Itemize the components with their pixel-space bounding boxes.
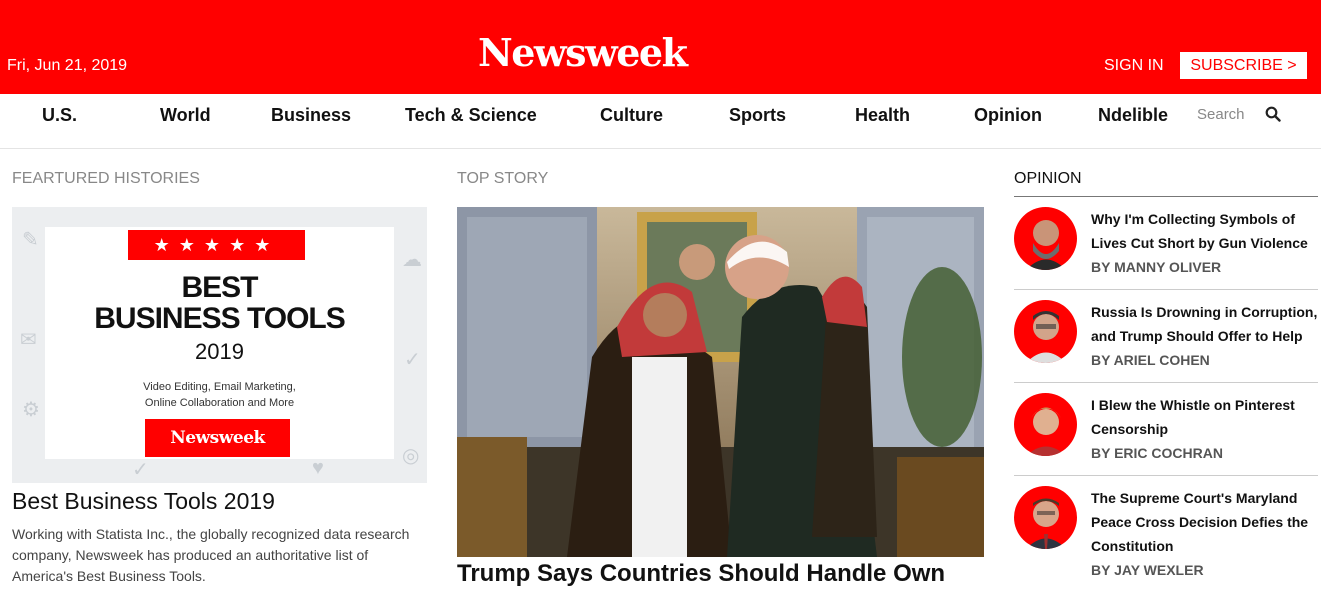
search-icon[interactable] <box>1265 106 1281 122</box>
card-subtitle-line2: Online Collaboration and More <box>144 397 295 409</box>
opinion-divider <box>1014 382 1318 383</box>
opinion-divider <box>1014 196 1318 197</box>
top-story-title[interactable]: Trump Says Countries Should Handle Own <box>457 560 945 588</box>
top-bar: Fri, Jun 21, 2019 Newsweek SIGN IN SUBSC… <box>0 0 1321 94</box>
nav-item-opinion[interactable]: Opinion <box>974 105 1042 126</box>
doodle-icon: ⚙ <box>22 399 40 421</box>
top-story-photo-art <box>457 207 984 557</box>
card-subtitle: Video Editing, Email Marketing, Online C… <box>45 379 394 411</box>
opinion-byline[interactable]: BY JAY WEXLER <box>1091 562 1204 578</box>
nav-item-business[interactable]: Business <box>271 105 351 126</box>
main-nav: U.S. World Business Tech & Science Cultu… <box>0 94 1321 149</box>
featured-image[interactable]: ✎ ✉ ⚙ ☁ ✓ ◎ ✓ ♥ ★★★★★ BEST BUSINESS TOOL… <box>12 207 427 483</box>
subscribe-button[interactable]: SUBSCRIBE > <box>1180 52 1307 79</box>
opinion-title[interactable]: I Blew the Whistle on Pinterest Censorsh… <box>1091 393 1321 441</box>
best-business-tools-card: ★★★★★ BEST BUSINESS TOOLS 2019 Video Edi… <box>45 227 394 459</box>
card-headline: BEST BUSINESS TOOLS <box>45 272 394 334</box>
nav-item-health[interactable]: Health <box>855 105 910 126</box>
search-input[interactable]: Search <box>1197 106 1245 123</box>
card-subtitle-line1: Video Editing, Email Marketing, <box>143 381 296 393</box>
opinion-title[interactable]: Russia Is Drowning in Corruption, and Tr… <box>1091 300 1321 348</box>
nav-item-world[interactable]: World <box>160 105 211 126</box>
avatar-portrait <box>1026 498 1066 549</box>
doodle-icon: ◎ <box>402 445 420 467</box>
opinion-byline[interactable]: BY ARIEL COHEN <box>1091 352 1210 368</box>
featured-description: Working with Statista Inc., the globally… <box>12 526 410 584</box>
top-story-photo[interactable] <box>457 207 984 557</box>
avatar-portrait <box>1026 407 1066 456</box>
featured-heading: FEARTURED HISTORIES <box>12 170 200 187</box>
opinion-heading: OPINION <box>1014 170 1082 187</box>
newsweek-logo[interactable]: Newsweek <box>478 30 688 75</box>
opinion-item[interactable]: Why I'm Collecting Symbols of Lives Cut … <box>1014 207 1320 299</box>
doodle-icon: ♥ <box>312 457 324 479</box>
newsweek-badge: Newsweek <box>145 419 290 457</box>
opinion-item[interactable]: Russia Is Drowning in Corruption, and Tr… <box>1014 300 1320 392</box>
doodle-icon: ✉ <box>20 329 37 351</box>
doodle-icon: ✓ <box>404 349 421 371</box>
current-date: Fri, Jun 21, 2019 <box>7 57 128 74</box>
card-year: 2019 <box>195 339 244 364</box>
stars-rating: ★★★★★ <box>128 230 305 260</box>
avatar <box>1014 207 1077 270</box>
opinion-divider <box>1014 289 1318 290</box>
nav-item-culture[interactable]: Culture <box>600 105 663 126</box>
opinion-byline[interactable]: BY ERIC COCHRAN <box>1091 445 1223 461</box>
nav-item-sports[interactable]: Sports <box>729 105 786 126</box>
card-headline-line1: BEST <box>181 271 258 304</box>
opinion-item[interactable]: I Blew the Whistle on Pinterest Censorsh… <box>1014 393 1320 485</box>
nav-item-ndelible[interactable]: Ndelible <box>1098 105 1168 126</box>
doodle-icon: ☁ <box>402 249 422 271</box>
avatar-portrait <box>1026 220 1066 270</box>
top-story-heading: TOP STORY <box>457 170 549 187</box>
nav-item-tech-science[interactable]: Tech & Science <box>405 105 537 126</box>
opinion-title[interactable]: Why I'm Collecting Symbols of Lives Cut … <box>1091 207 1321 255</box>
avatar <box>1014 393 1077 456</box>
opinion-divider <box>1014 475 1318 476</box>
nav-item-us[interactable]: U.S. <box>42 105 77 126</box>
opinion-item[interactable]: The Supreme Court's Maryland Peace Cross… <box>1014 486 1320 578</box>
doodle-icon: ✎ <box>22 229 39 251</box>
doodle-icon: ✓ <box>132 459 149 481</box>
opinion-byline[interactable]: BY MANNY OLIVER <box>1091 259 1221 275</box>
avatar <box>1014 486 1077 549</box>
featured-title[interactable]: Best Business Tools 2019 <box>12 488 275 515</box>
avatar-portrait <box>1026 311 1066 363</box>
card-headline-line2: BUSINESS TOOLS <box>94 302 346 335</box>
sign-in-link[interactable]: SIGN IN <box>1104 57 1164 75</box>
opinion-title[interactable]: The Supreme Court's Maryland Peace Cross… <box>1091 486 1317 558</box>
avatar <box>1014 300 1077 363</box>
